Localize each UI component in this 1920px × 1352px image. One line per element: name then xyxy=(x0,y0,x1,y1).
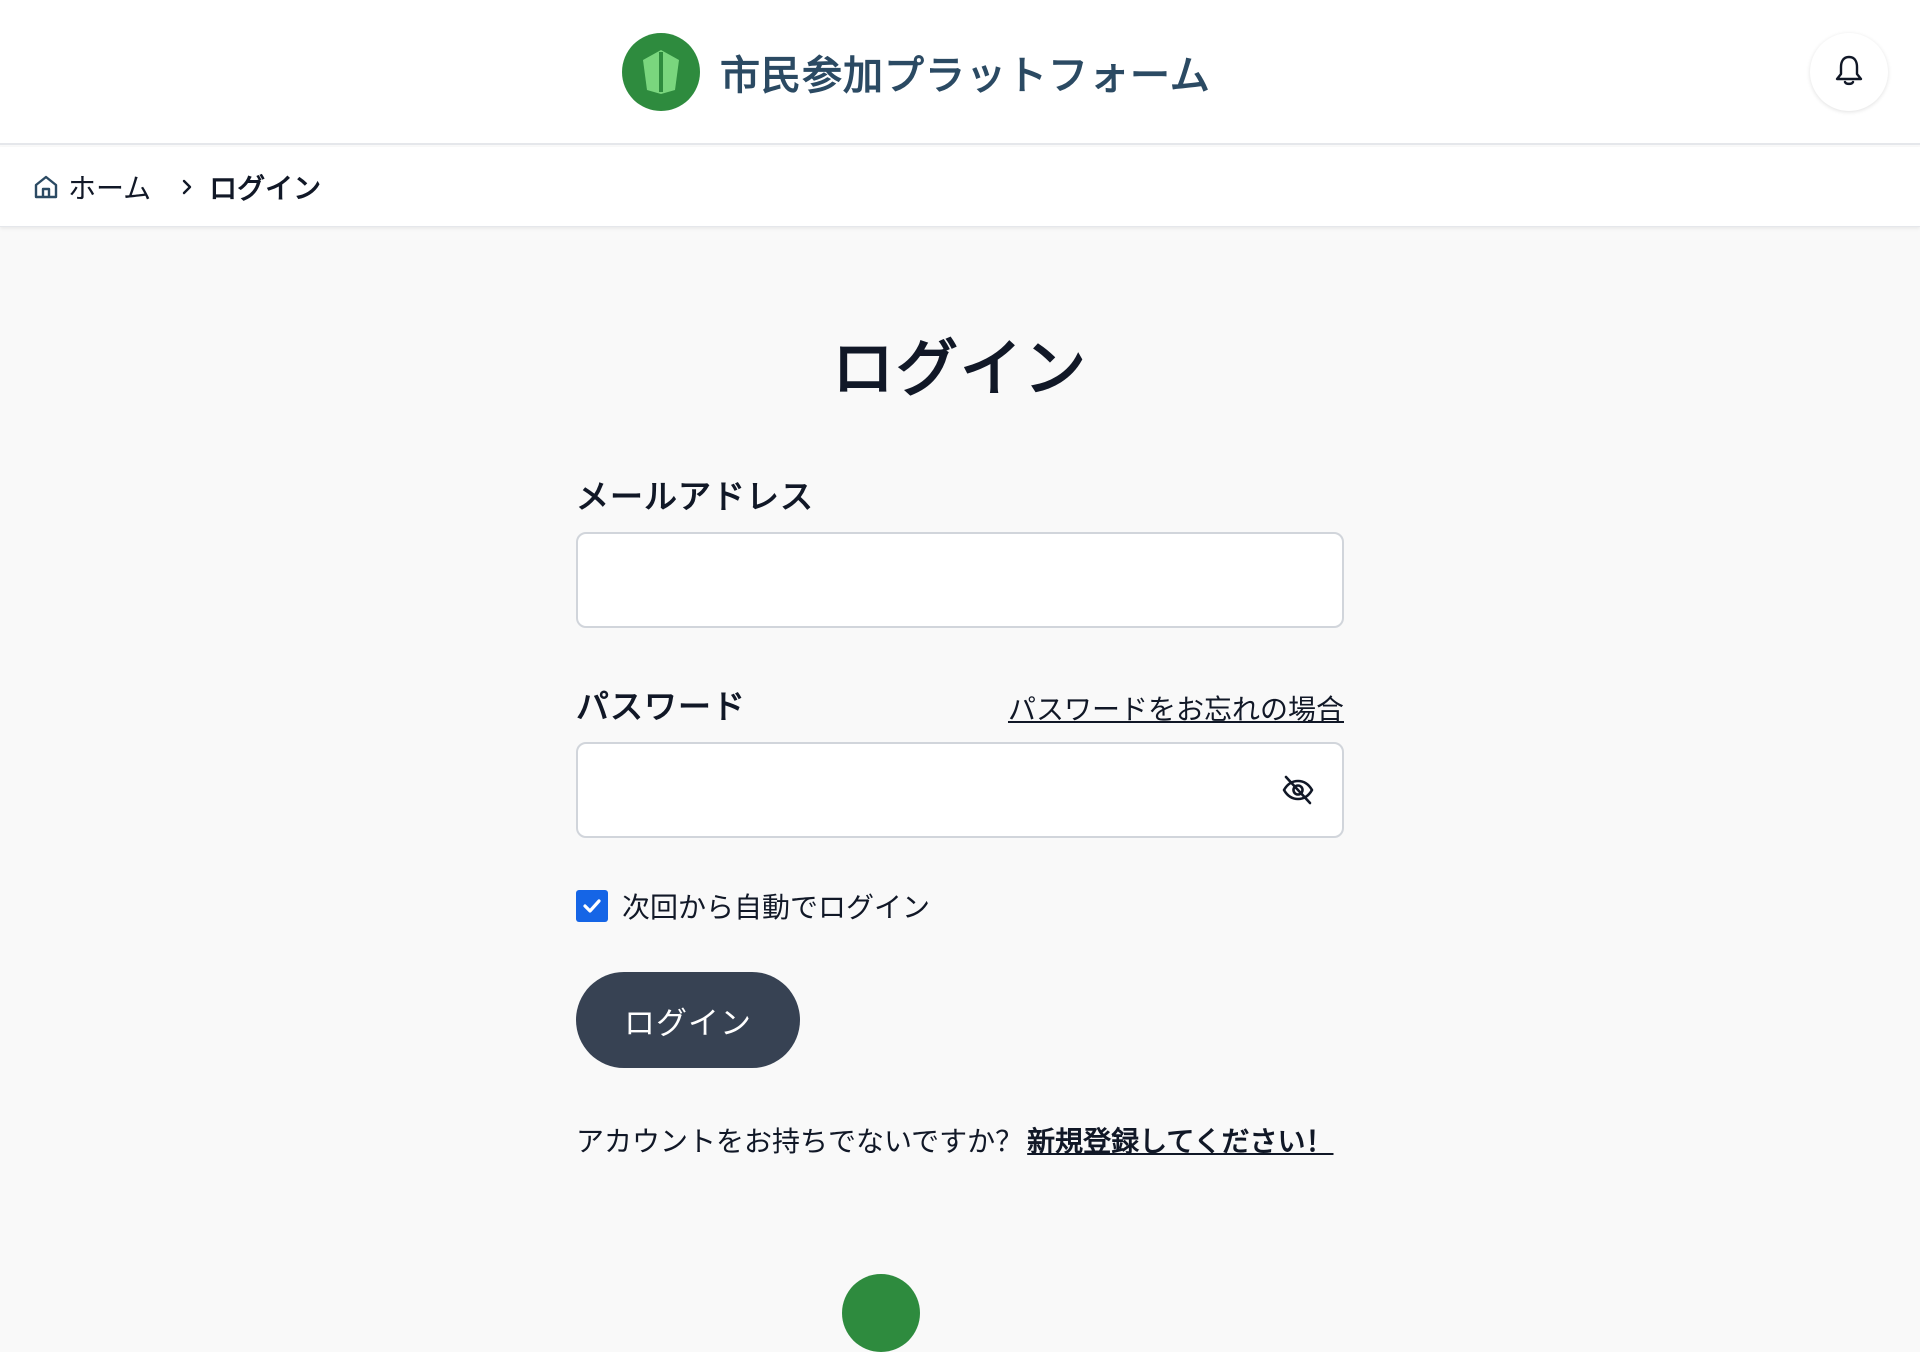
site-title: 市民参加プラットフォーム xyxy=(720,53,1211,99)
eye-off-icon[interactable] xyxy=(1280,772,1316,808)
site-header: 市民参加プラットフォーム xyxy=(0,0,1920,145)
email-field[interactable] xyxy=(576,532,1344,628)
remember-me-checkbox[interactable] xyxy=(576,890,608,922)
page-title: ログイン xyxy=(831,332,1088,405)
forgot-password-link[interactable]: パスワードをお忘れの場合 xyxy=(1008,688,1344,728)
chevron-right-icon xyxy=(179,177,195,197)
password-input-wrapper xyxy=(576,742,1344,838)
login-button[interactable]: ログイン xyxy=(576,972,800,1068)
password-field[interactable] xyxy=(576,742,1344,838)
home-icon xyxy=(32,173,60,201)
login-form: メールアドレス パスワード パスワードをお忘れの場合 次回から自動でログイン ロ… xyxy=(576,470,1344,1160)
footer-logo-icon xyxy=(842,1274,920,1352)
password-label-row: パスワード パスワードをお忘れの場合 xyxy=(576,680,1344,728)
breadcrumb-current: ログイン xyxy=(209,171,322,205)
password-label: パスワード xyxy=(576,687,746,726)
signup-prompt: アカウントをお持ちでないですか？ xyxy=(576,1125,1024,1158)
remember-me-row[interactable]: 次回から自動でログイン xyxy=(576,886,1344,926)
email-label: メールアドレス xyxy=(576,477,814,516)
leaf-shield-logo-icon xyxy=(622,33,700,111)
breadcrumb: ホーム ログイン xyxy=(0,147,1920,227)
signup-row: アカウントをお持ちでないですか？ 新規登録してください！ xyxy=(576,1120,1344,1160)
bell-icon xyxy=(1834,54,1864,90)
signup-link[interactable]: 新規登録してください！ xyxy=(1027,1125,1333,1158)
remember-me-label: 次回から自動でログイン xyxy=(622,891,931,924)
breadcrumb-home-label: ホーム xyxy=(68,171,152,205)
breadcrumb-home-link[interactable]: ホーム xyxy=(32,167,151,207)
brand[interactable]: 市民参加プラットフォーム xyxy=(622,32,1211,112)
notification-button[interactable] xyxy=(1810,33,1888,111)
